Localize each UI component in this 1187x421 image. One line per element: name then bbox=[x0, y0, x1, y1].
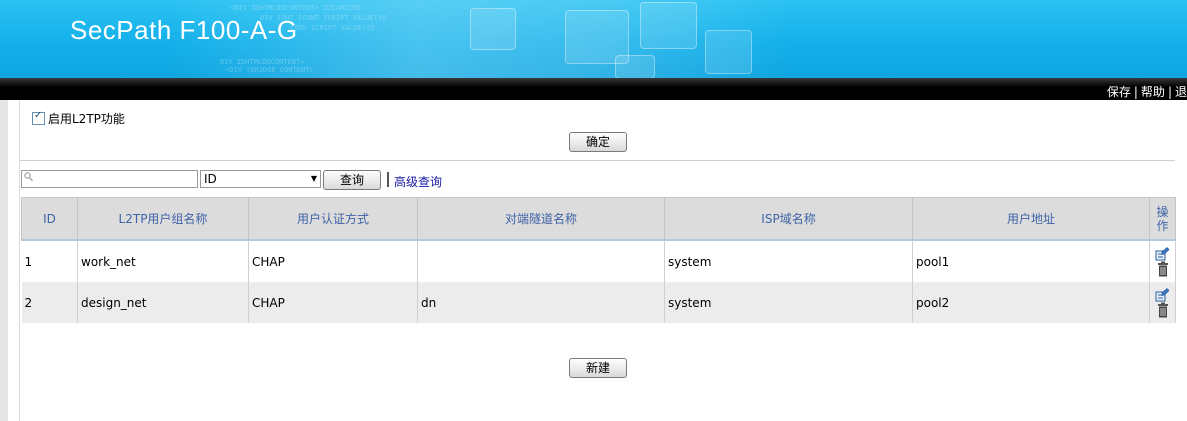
save-link[interactable]: 保存 bbox=[1107, 85, 1131, 99]
table-row: 1 work_net CHAP system pool1 bbox=[21, 240, 1176, 282]
left-gutter bbox=[0, 100, 8, 421]
search-field-select[interactable]: ID ▼ bbox=[200, 170, 321, 188]
l2tp-group-table: ID L2TP用户组名称 用户认证方式 对端隧道名称 ISP域名称 用户地址 操… bbox=[21, 197, 1176, 323]
search-icon bbox=[24, 172, 33, 185]
cell-id: 2 bbox=[21, 282, 78, 323]
cell-operations bbox=[1149, 282, 1176, 323]
banner-decor-square bbox=[470, 8, 516, 50]
logout-link[interactable]: 退 bbox=[1175, 85, 1187, 99]
cell-isp-domain: system bbox=[664, 240, 913, 282]
edit-icon[interactable] bbox=[1155, 287, 1170, 302]
cell-id: 1 bbox=[21, 240, 78, 282]
cell-auth-method: CHAP bbox=[248, 240, 418, 282]
enable-l2tp-label: 启用L2TP功能 bbox=[48, 112, 125, 126]
query-button[interactable]: 查询 bbox=[323, 170, 381, 190]
column-header-operations: 操作 bbox=[1149, 197, 1176, 241]
help-link[interactable]: 帮助 bbox=[1141, 85, 1165, 99]
search-input[interactable] bbox=[21, 170, 198, 188]
trash-icon[interactable] bbox=[1157, 261, 1169, 277]
left-divider bbox=[19, 100, 20, 421]
column-header-auth-method[interactable]: 用户认证方式 bbox=[248, 197, 418, 241]
top-links: 保存 | 帮助 | 退 bbox=[1107, 83, 1187, 100]
table-header-row: ID L2TP用户组名称 用户认证方式 对端隧道名称 ISP域名称 用户地址 操… bbox=[21, 197, 1176, 241]
column-header-group-name[interactable]: L2TP用户组名称 bbox=[77, 197, 249, 241]
confirm-button[interactable]: 确定 bbox=[569, 132, 627, 152]
column-header-user-address[interactable]: 用户地址 bbox=[912, 197, 1150, 241]
cell-user-address: pool1 bbox=[912, 240, 1150, 282]
cell-group-name: design_net bbox=[77, 282, 249, 323]
separator: | bbox=[1167, 85, 1172, 99]
separator: | bbox=[1133, 85, 1138, 99]
separator bbox=[387, 172, 389, 187]
banner-code-texture: <DIV (BRIDGE CONTENT> bbox=[225, 66, 314, 74]
banner-decor-square bbox=[705, 30, 752, 74]
enable-l2tp-row: 启用L2TP功能 bbox=[32, 110, 125, 127]
cell-group-name: work_net bbox=[77, 240, 249, 282]
banner-code-texture: DIV IDHTMLDOCONTENT> bbox=[220, 58, 305, 66]
banner-decor-square bbox=[640, 2, 697, 49]
cell-isp-domain: system bbox=[664, 282, 913, 323]
search-field-value: ID bbox=[204, 172, 217, 186]
advanced-query-link[interactable]: 高级查询 bbox=[394, 173, 442, 190]
column-header-peer-tunnel[interactable]: 对端隧道名称 bbox=[417, 197, 665, 241]
banner-code-texture: CODE ICRIPT VALUE(YO bbox=[290, 24, 375, 32]
column-header-id[interactable]: ID bbox=[21, 197, 78, 241]
section-divider bbox=[20, 160, 1175, 161]
enable-l2tp-checkbox[interactable] bbox=[32, 110, 45, 125]
cell-auth-method: CHAP bbox=[248, 282, 418, 323]
cell-peer-tunnel bbox=[417, 240, 665, 282]
edit-icon[interactable] bbox=[1155, 246, 1170, 261]
top-menu-bar: 保存 | 帮助 | 退 bbox=[0, 78, 1187, 100]
banner-code-texture: <DIV IDHTMLDOCONTENT> IDC=MICRO bbox=[230, 4, 361, 12]
chevron-down-icon: ▼ bbox=[310, 174, 317, 183]
header-banner: <DIV IDHTMLDOCONTENT> IDC=MICRO DIV IDHT… bbox=[0, 0, 1187, 78]
table-row: 2 design_net CHAP dn system pool2 bbox=[21, 282, 1176, 323]
cell-peer-tunnel: dn bbox=[417, 282, 665, 323]
cell-operations bbox=[1149, 240, 1176, 282]
cell-user-address: pool2 bbox=[912, 282, 1150, 323]
product-title: SecPath F100-A-G bbox=[70, 15, 298, 45]
banner-decor-square bbox=[615, 55, 655, 78]
column-header-isp-domain[interactable]: ISP域名称 bbox=[664, 197, 913, 241]
new-button[interactable]: 新建 bbox=[569, 358, 627, 378]
trash-icon[interactable] bbox=[1157, 302, 1169, 318]
